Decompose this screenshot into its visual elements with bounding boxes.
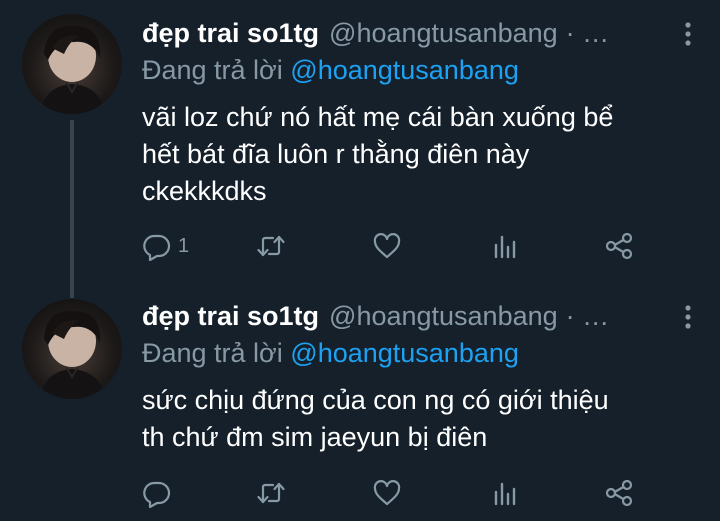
comment-icon xyxy=(143,234,171,261)
tweet-text-line: ckekkkdks xyxy=(142,176,267,206)
tweet-actions: 1 xyxy=(142,230,700,262)
display-name[interactable]: đẹp trai so1tg xyxy=(142,301,319,332)
reply-button[interactable] xyxy=(142,477,178,509)
username-handle[interactable]: @hoangtusanbang xyxy=(329,301,558,332)
replying-prefix: Đang trả lời xyxy=(142,338,283,368)
thread-line xyxy=(70,120,74,298)
header-separator: · … xyxy=(565,300,610,331)
tweet-actions xyxy=(142,477,700,509)
analytics-icon xyxy=(494,235,516,259)
avatar[interactable] xyxy=(22,299,122,399)
tweet-text-line: hết bát đĩa luôn r thằng điên này xyxy=(142,139,530,169)
avatar-image xyxy=(40,310,106,399)
replying-to: Đang trả lời @hoangtusanbang xyxy=(142,55,700,89)
tweet-text-line: th chứ đm sim jaeyun bị điên xyxy=(142,422,488,452)
share-button[interactable] xyxy=(604,477,634,509)
retweet-icon xyxy=(257,235,285,257)
tweet-text: vãi loz chứ nó hất mẹ cái bàn xuống bể h… xyxy=(142,99,700,210)
tweet[interactable]: đẹp trai so1tg @hoangtusanbang · … Đang … xyxy=(0,0,720,298)
tweet-text: sức chịu đứng của con ng có giới thiệu t… xyxy=(142,382,700,456)
tweet-content: đẹp trai so1tg @hoangtusanbang · … Đang … xyxy=(142,16,700,210)
like-button[interactable] xyxy=(372,230,402,262)
share-icon xyxy=(605,232,633,260)
more-vertical-icon[interactable] xyxy=(676,20,700,48)
tweet-content: đẹp trai so1tg @hoangtusanbang · … Đang … xyxy=(142,299,700,456)
username-handle[interactable]: @hoangtusanbang xyxy=(329,18,558,49)
avatar[interactable] xyxy=(22,14,122,114)
retweet-button[interactable] xyxy=(256,230,286,262)
tweet-header: đẹp trai so1tg @hoangtusanbang · … xyxy=(142,299,700,333)
tweet[interactable]: đẹp trai so1tg @hoangtusanbang · … Đang … xyxy=(0,285,720,521)
analytics-button[interactable] xyxy=(490,230,520,262)
heart-icon xyxy=(373,480,401,506)
replying-to: Đang trả lời @hoangtusanbang xyxy=(142,338,700,372)
share-button[interactable] xyxy=(604,230,634,262)
like-button[interactable] xyxy=(372,477,402,509)
reply-button[interactable]: 1 xyxy=(142,230,189,262)
tweet-text-line: sức chịu đứng của con ng có giới thiệu xyxy=(142,385,609,415)
reply-mention-link[interactable]: @hoangtusanbang xyxy=(290,338,519,368)
tweet-header: đẹp trai so1tg @hoangtusanbang · … xyxy=(142,16,700,50)
avatar-image xyxy=(40,25,106,114)
retweet-button[interactable] xyxy=(256,477,286,509)
analytics-button[interactable] xyxy=(490,477,520,509)
tweet-text-line: vãi loz chứ nó hất mẹ cái bàn xuống bể xyxy=(142,102,614,132)
display-name[interactable]: đẹp trai so1tg xyxy=(142,18,319,49)
share-icon xyxy=(605,479,633,507)
heart-icon xyxy=(373,233,401,259)
retweet-icon xyxy=(257,482,285,504)
header-separator: · … xyxy=(565,17,610,48)
more-vertical-icon[interactable] xyxy=(676,303,700,331)
reply-count: 1 xyxy=(178,234,190,257)
analytics-icon xyxy=(494,482,516,506)
replying-prefix: Đang trả lời xyxy=(142,55,283,85)
reply-mention-link[interactable]: @hoangtusanbang xyxy=(290,55,519,85)
comment-icon xyxy=(143,481,171,508)
